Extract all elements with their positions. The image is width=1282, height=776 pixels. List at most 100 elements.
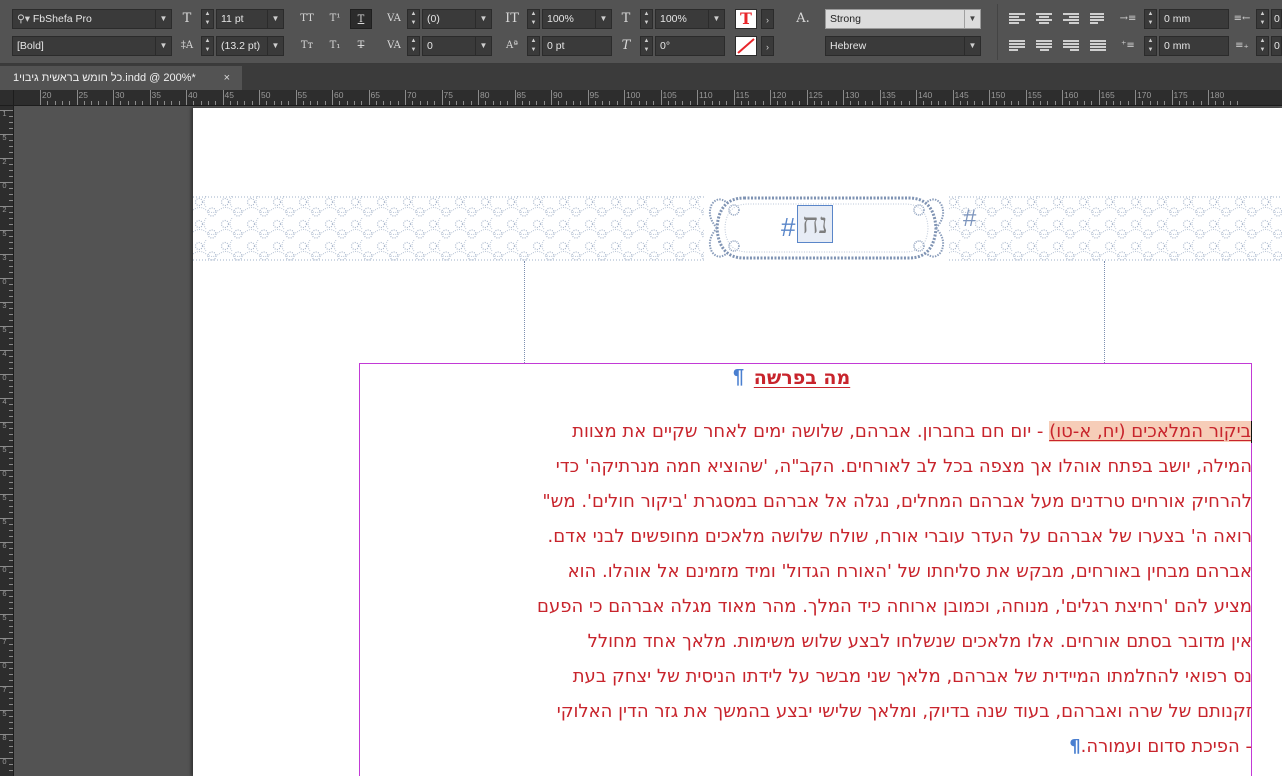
skew-field[interactable]: 0°: [655, 36, 725, 56]
right-indent-stepper[interactable]: ▲ ▼: [1256, 9, 1269, 29]
right-indent-field[interactable]: 0: [1271, 9, 1282, 29]
text-line[interactable]: - הפיכת סדום ועמורה.¶: [359, 729, 1252, 764]
justify-right-icon[interactable]: [1063, 39, 1079, 53]
kerning-field[interactable]: (0) ▼: [422, 9, 492, 29]
chapter-number[interactable]: נח: [797, 205, 833, 243]
justify-all-icon[interactable]: [1090, 39, 1106, 53]
chevron-down-icon[interactable]: ▼: [267, 10, 283, 28]
text-line[interactable]: אברהם מבחין באורחים, מבקש את סליחתו של '…: [359, 554, 1252, 589]
left-indent-stepper[interactable]: ▲ ▼: [1144, 9, 1157, 29]
left-indent-field[interactable]: 0 mm: [1159, 9, 1229, 29]
font-style-field[interactable]: [Bold] ▼: [12, 36, 172, 56]
vertical-scale-field[interactable]: 100% ▼: [542, 9, 612, 29]
ruler-minor-tick: [9, 362, 13, 363]
ruler-tick: [624, 90, 625, 105]
ruler-minor-tick: [9, 236, 13, 237]
ruler-minor-tick: [9, 506, 13, 507]
ruler-tick: [587, 90, 589, 105]
chevron-down-icon[interactable]: ▼: [475, 10, 491, 28]
tracking-stepper[interactable]: ▲ ▼: [407, 36, 420, 56]
ruler-minor-tick: [9, 716, 13, 717]
small-caps-icon[interactable]: Tт: [296, 36, 318, 56]
text-line[interactable]: רואה ה' בצערו של אברהם על העדר עוברי אור…: [359, 519, 1253, 554]
horizontal-scale-field[interactable]: 100% ▼: [655, 9, 725, 29]
font-family-field[interactable]: ⚲▾ FbShefa Pro ▼: [12, 9, 172, 29]
ruler-minor-tick: [9, 164, 13, 165]
font-size-field[interactable]: 11 pt ▼: [216, 9, 284, 29]
ruler-label: 95: [589, 90, 599, 100]
leading-stepper[interactable]: ▲ ▼: [201, 36, 214, 56]
chapter-anchor-hash: #: [781, 212, 796, 242]
vertical-ruler[interactable]: 1 5 2 0 2 5 3 0 3 5 4 0 4 5 5 0 5 5 6 0 6 5 7 0 7 5 8 0: [0, 106, 14, 776]
space-after-field[interactable]: 0: [1271, 36, 1282, 56]
chevron-right-icon[interactable]: ›: [761, 9, 774, 29]
ruler-label: 6: [2, 541, 7, 550]
language-field[interactable]: Hebrew ▼: [825, 36, 981, 56]
text-line[interactable]: נס רפואי להחלמתו המיידית של אברהם, מלאך …: [359, 659, 1252, 694]
section-heading[interactable]: מה בפרשה: [737, 363, 867, 393]
character-style-field[interactable]: Strong ▼: [825, 9, 981, 29]
text-line[interactable]: מציע להם 'רחיצת רגלים', מנוחה, וכמובן אר…: [359, 589, 1252, 624]
superscript-icon[interactable]: T¹: [324, 9, 346, 29]
ruler-label: 65: [370, 90, 380, 100]
baseline-shift-field[interactable]: 0 pt: [542, 36, 612, 56]
space-before-field[interactable]: 0 mm: [1159, 36, 1229, 56]
ruler-minor-tick: [9, 140, 13, 141]
justify-center-icon[interactable]: [1036, 39, 1052, 53]
text-fill-color-icon[interactable]: T: [735, 9, 757, 29]
body-text[interactable]: ביקור המלאכים (יח, א-טו) - יום חם בחברון…: [359, 414, 1252, 764]
chevron-down-icon[interactable]: ▼: [155, 37, 171, 55]
strikethrough-icon[interactable]: T: [350, 36, 372, 56]
ruler-minor-tick: [9, 572, 13, 573]
chevron-down-icon[interactable]: ▼: [267, 37, 283, 55]
space-before-stepper[interactable]: ▲ ▼: [1144, 36, 1157, 56]
chevron-down-icon[interactable]: ▼: [964, 10, 980, 28]
close-icon[interactable]: ×: [224, 66, 230, 90]
document-tab-bar: כל חומש בראשית גיבוי1.indd @ 200%* ×: [0, 64, 1282, 90]
all-caps-icon[interactable]: TT: [296, 9, 318, 29]
ruler-label: 5: [2, 493, 7, 502]
ruler-minor-tick: [9, 146, 13, 147]
ruler-label: 6: [2, 589, 7, 598]
align-center-icon[interactable]: [1036, 12, 1052, 26]
stroke-none-icon[interactable]: [735, 36, 757, 56]
tracking-field[interactable]: 0 ▼: [422, 36, 492, 56]
align-towards-spine-icon[interactable]: [1090, 12, 1106, 26]
ruler-minor-tick: [9, 728, 13, 729]
horizontal-scale-stepper[interactable]: ▲ ▼: [640, 9, 653, 29]
ruler-tick: [222, 90, 224, 105]
chevron-down-icon[interactable]: ▼: [155, 10, 171, 28]
align-right-icon[interactable]: [1063, 12, 1079, 26]
kerning-stepper[interactable]: ▲ ▼: [407, 9, 420, 29]
vertical-scale-stepper[interactable]: ▲ ▼: [527, 9, 540, 29]
text-line[interactable]: המילה, יושב בפתח אוהלו אך מצפה בכל לב לא…: [359, 449, 1252, 484]
font-size-stepper[interactable]: ▲ ▼: [201, 9, 214, 29]
chevron-right-icon[interactable]: ›: [761, 36, 774, 56]
skew-stepper[interactable]: ▲ ▼: [640, 36, 653, 56]
chevron-down-icon[interactable]: ▼: [475, 37, 491, 55]
align-left-icon[interactable]: [1009, 12, 1025, 26]
banner-anchor-hash: #: [963, 205, 977, 232]
highlighted-text[interactable]: ביקור המלאכים (יח, א-טו): [1049, 421, 1251, 442]
text-line[interactable]: להרחיק אורחים טרדנים מעל אברהם המחלים, נ…: [359, 484, 1252, 519]
baseline-shift-stepper[interactable]: ▲ ▼: [527, 36, 540, 56]
text-line[interactable]: ביקור המלאכים (יח, א-טו) - יום חם בחברון…: [359, 414, 1252, 449]
text-line[interactable]: אין מדובר בסתם אורחים. אלו מלאכים שנשלחו…: [359, 624, 1252, 659]
underline-icon[interactable]: T: [350, 9, 372, 29]
leading-field[interactable]: (13.2 pt) ▼: [216, 36, 284, 56]
chevron-down-icon[interactable]: ▼: [708, 10, 724, 28]
ruler-minor-tick: [9, 260, 13, 261]
ruler-origin[interactable]: [0, 90, 14, 106]
justify-left-icon[interactable]: [1009, 39, 1025, 53]
document-tab[interactable]: כל חומש בראשית גיבוי1.indd @ 200%* ×: [0, 66, 242, 90]
chevron-down-icon[interactable]: ▼: [964, 37, 980, 55]
horizontal-scale-icon: T: [621, 11, 631, 26]
space-after-stepper[interactable]: ▲ ▼: [1256, 36, 1269, 56]
horizontal-ruler[interactable]: 20 25 30 35 40 45 50 55 60 65 70 75 80 85 90 95 100 105 11…: [14, 90, 1282, 106]
document-page[interactable]: # # נח ¶ מה בפרשה ביקור המלאכים (יח, א-ט…: [193, 108, 1282, 776]
text-line[interactable]: זקנותם של שרה ואברהם, בעוד שנה בדיוק, ומ…: [359, 694, 1252, 729]
chevron-down-icon[interactable]: ▼: [595, 10, 611, 28]
ruler-minor-tick: [9, 290, 13, 291]
subscript-icon[interactable]: T₁: [324, 36, 346, 56]
ruler-label: 70: [407, 90, 417, 100]
